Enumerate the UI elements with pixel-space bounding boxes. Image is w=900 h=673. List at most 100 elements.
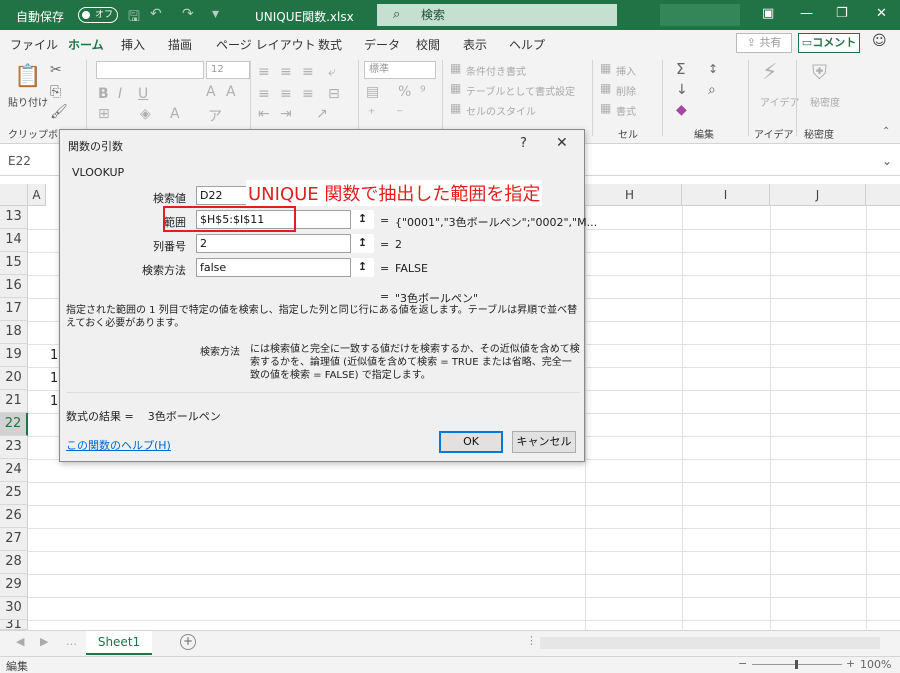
range-picker-icon[interactable]: ↥ bbox=[350, 258, 374, 277]
range-picker-icon[interactable]: ↥ bbox=[350, 234, 374, 253]
paste-label[interactable]: 貼り付け bbox=[8, 94, 48, 109]
number-format-box[interactable]: 標準 bbox=[364, 61, 436, 79]
row-header[interactable]: 29 bbox=[0, 574, 28, 597]
row-header[interactable]: 30 bbox=[0, 597, 28, 620]
sensitivity-button-label[interactable]: 秘密度 bbox=[810, 94, 840, 109]
align-middle-icon[interactable]: ≡ bbox=[280, 64, 292, 80]
orientation-icon[interactable]: ↗ bbox=[316, 106, 328, 122]
clear-icon[interactable]: ◆ bbox=[676, 102, 687, 118]
row-header[interactable]: 27 bbox=[0, 528, 28, 551]
align-right-icon[interactable]: ≡ bbox=[302, 86, 314, 102]
italic-icon[interactable]: I bbox=[118, 86, 122, 102]
increase-decimal-icon[interactable]: ⁺ bbox=[368, 106, 375, 122]
arg-input-col-index[interactable]: 2 bbox=[196, 234, 374, 253]
row-header[interactable]: 25 bbox=[0, 482, 28, 505]
tab-view[interactable]: 表示 bbox=[463, 36, 487, 53]
align-top-icon[interactable]: ≡ bbox=[258, 64, 270, 80]
cell-styles-label[interactable]: セルのスタイル bbox=[466, 103, 536, 118]
format-cells-icon[interactable]: ▦ bbox=[600, 101, 611, 115]
tab-file[interactable]: ファイル bbox=[10, 36, 58, 53]
row-header[interactable]: 18 bbox=[0, 321, 28, 344]
share-button[interactable]: ⇪ 共有 bbox=[736, 33, 792, 53]
prev-sheet-icon[interactable]: ◀ bbox=[16, 635, 24, 648]
ribbon-display-icon[interactable]: ▣ bbox=[762, 6, 774, 21]
ideas-icon[interactable]: ⚡ bbox=[762, 60, 777, 85]
align-left-icon[interactable]: ≡ bbox=[258, 86, 270, 102]
function-help-link[interactable]: この関数のヘルプ(H) bbox=[66, 437, 171, 453]
fill-icon[interactable]: ↓ bbox=[676, 82, 688, 98]
paste-icon[interactable]: 📋 bbox=[14, 64, 41, 89]
minimize-icon[interactable]: — bbox=[800, 6, 813, 21]
expand-formula-icon[interactable]: ⌄ bbox=[882, 154, 892, 168]
cell-styles-icon[interactable]: ▦ bbox=[450, 101, 461, 115]
sheet-tab-sheet1[interactable]: Sheet1 bbox=[86, 631, 152, 655]
delete-cells-label[interactable]: 削除 bbox=[616, 83, 636, 98]
tab-insert[interactable]: 挿入 bbox=[121, 36, 145, 53]
ideas-button-label[interactable]: アイデア bbox=[760, 94, 800, 109]
tab-draw[interactable]: 描画 bbox=[168, 36, 192, 53]
delete-cells-icon[interactable]: ▦ bbox=[600, 81, 611, 95]
tab-help[interactable]: ヘルプ bbox=[509, 36, 545, 53]
copy-icon[interactable]: ⎘ bbox=[50, 84, 61, 100]
increase-indent-icon[interactable]: ⇥ bbox=[280, 106, 292, 122]
undo-icon[interactable]: ↶ bbox=[150, 6, 162, 22]
save-icon[interactable]: 🖫 bbox=[128, 6, 140, 30]
column-header-k[interactable] bbox=[866, 184, 900, 206]
zoom-in-icon[interactable]: + bbox=[846, 657, 855, 670]
account-area[interactable] bbox=[660, 4, 740, 26]
column-header-i[interactable]: I bbox=[682, 184, 770, 206]
font-size-box[interactable]: 12 bbox=[206, 61, 250, 79]
add-sheet-icon[interactable]: + bbox=[180, 634, 196, 650]
column-header-h[interactable]: H bbox=[585, 184, 682, 206]
horizontal-scrollbar[interactable] bbox=[540, 637, 880, 649]
shrink-font-icon[interactable]: A bbox=[226, 84, 236, 100]
fill-color-icon[interactable]: ◈ bbox=[140, 106, 151, 122]
row-header[interactable]: 20 bbox=[0, 367, 28, 390]
next-sheet-icon[interactable]: ▶ bbox=[40, 635, 48, 648]
format-cells-label[interactable]: 書式 bbox=[616, 103, 636, 118]
row-header-selected[interactable]: 22 bbox=[0, 413, 28, 436]
arg-input-range-lookup[interactable]: false bbox=[196, 258, 374, 277]
name-box[interactable]: E22 bbox=[8, 154, 31, 168]
column-header-j[interactable]: J bbox=[770, 184, 866, 206]
row-header[interactable]: 24 bbox=[0, 459, 28, 482]
comment-button[interactable]: ▭コメント bbox=[798, 33, 860, 53]
decrease-indent-icon[interactable]: ⇤ bbox=[258, 106, 270, 122]
tab-page-layout[interactable]: ページ レイアウト bbox=[216, 36, 316, 53]
zoom-out-icon[interactable]: − bbox=[738, 657, 747, 670]
format-table-label[interactable]: テーブルとして書式設定 bbox=[466, 83, 575, 98]
underline-icon[interactable]: U bbox=[138, 86, 148, 102]
redo-icon[interactable]: ↷ bbox=[182, 6, 194, 22]
format-painter-icon[interactable]: 🖌 bbox=[50, 104, 68, 120]
sort-filter-icon[interactable]: ↕ bbox=[708, 62, 718, 76]
row-header[interactable]: 16 bbox=[0, 275, 28, 298]
conditional-format-label[interactable]: 条件付き書式 bbox=[466, 63, 526, 78]
decrease-decimal-icon[interactable]: ⁻ bbox=[396, 106, 403, 122]
tab-formulas[interactable]: 数式 bbox=[318, 36, 342, 53]
insert-cells-icon[interactable]: ▦ bbox=[600, 61, 611, 75]
more-sheets-icon[interactable]: … bbox=[66, 635, 77, 648]
row-header[interactable]: 26 bbox=[0, 505, 28, 528]
sensitivity-icon[interactable]: ⛨ bbox=[812, 60, 827, 84]
customize-qat-icon[interactable]: ▾ bbox=[212, 6, 219, 22]
row-header[interactable]: 19 bbox=[0, 344, 28, 367]
row-header[interactable]: 13 bbox=[0, 206, 28, 229]
cancel-button[interactable]: キャンセル bbox=[512, 431, 576, 453]
sheet-options-icon[interactable]: ⋮ bbox=[526, 634, 537, 647]
close-icon[interactable]: ✕ bbox=[556, 135, 568, 151]
comma-style-icon[interactable]: ⁹ bbox=[420, 84, 426, 100]
row-header[interactable]: 17 bbox=[0, 298, 28, 321]
merge-center-icon[interactable]: ⊟ bbox=[328, 86, 340, 102]
help-icon[interactable]: ? bbox=[520, 136, 527, 151]
zoom-slider-thumb[interactable] bbox=[795, 660, 798, 669]
row-header[interactable]: 31 bbox=[0, 620, 28, 630]
row-header[interactable]: 14 bbox=[0, 229, 28, 252]
row-header[interactable]: 15 bbox=[0, 252, 28, 275]
row-header[interactable]: 28 bbox=[0, 551, 28, 574]
insert-cells-label[interactable]: 挿入 bbox=[616, 63, 636, 78]
grow-font-icon[interactable]: A bbox=[206, 84, 216, 100]
format-table-icon[interactable]: ▦ bbox=[450, 81, 461, 95]
phonetic-icon[interactable]: ア bbox=[208, 106, 222, 126]
bold-icon[interactable]: B bbox=[98, 86, 109, 102]
find-select-icon[interactable]: ⌕ bbox=[708, 82, 716, 98]
